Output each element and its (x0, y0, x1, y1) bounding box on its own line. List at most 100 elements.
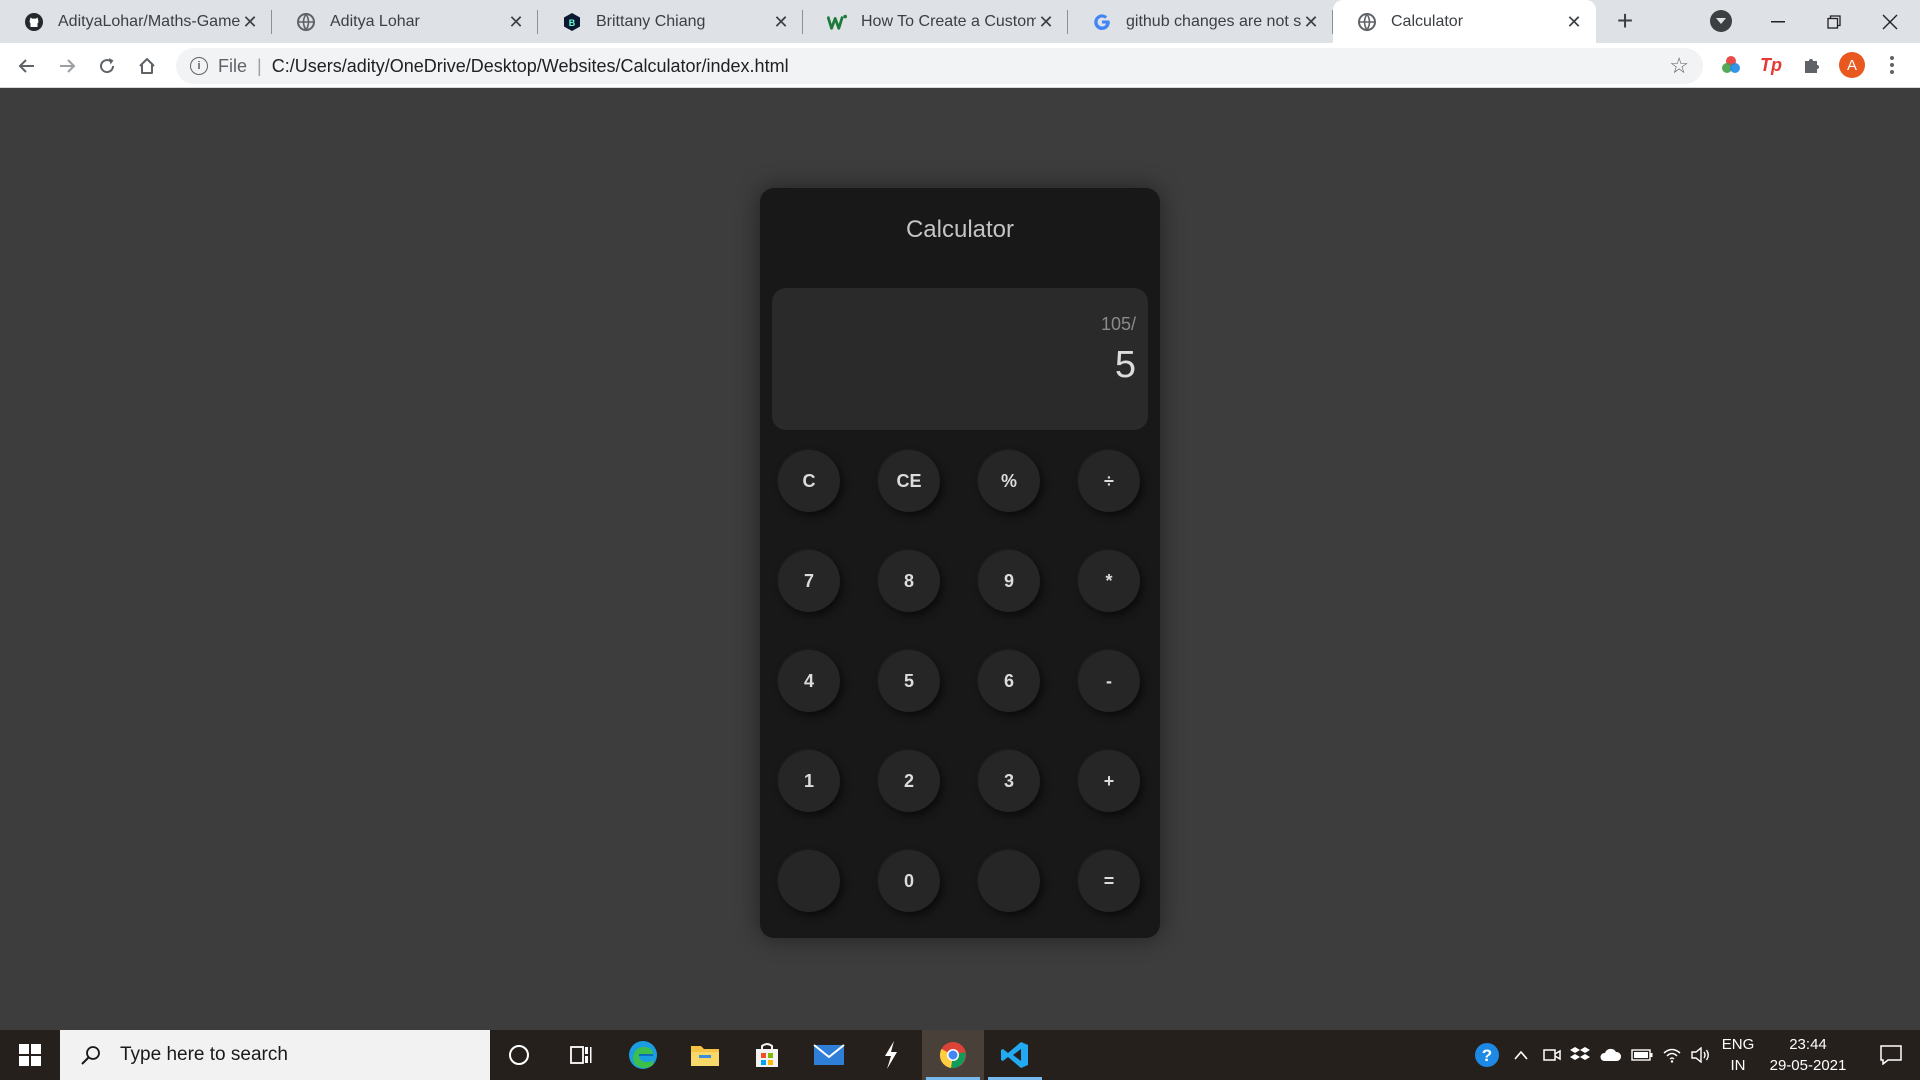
tab-github-maths-game[interactable]: AdityaLohar/Maths-Game.git ✕ (0, 0, 272, 43)
tab-custom-scrollbar[interactable]: How To Create a Custom Scrollbar ✕ (803, 0, 1068, 43)
tab-title: github changes are not seen (1126, 12, 1301, 30)
calculator-display: 105/ 5 (772, 288, 1148, 430)
digit-5-key[interactable]: 5 (878, 650, 940, 712)
file-explorer-taskbar-icon[interactable] (674, 1030, 736, 1080)
tab-brittany-chiang[interactable]: B Brittany Chiang ✕ (538, 0, 803, 43)
vscode-taskbar-icon[interactable] (984, 1030, 1046, 1080)
search-placeholder: Type here to search (120, 1044, 288, 1065)
digit-4-key[interactable]: 4 (778, 650, 840, 712)
digit-6-key[interactable]: 6 (978, 650, 1040, 712)
onedrive-tray-icon[interactable] (1596, 1030, 1626, 1080)
tab-title: Brittany Chiang (596, 12, 706, 30)
reload-button[interactable] (90, 49, 124, 83)
close-tab-icon[interactable]: ✕ (1036, 12, 1056, 32)
clock-date: 29-05-2021 (1769, 1057, 1847, 1074)
bookmark-star-icon[interactable]: ☆ (1669, 53, 1689, 79)
system-clock[interactable]: 23:44 29-05-2021 (1762, 1034, 1854, 1076)
close-icon (1882, 14, 1898, 29)
site-info-icon[interactable]: i (190, 57, 208, 75)
percent-key[interactable]: % (978, 450, 1040, 512)
close-tab-icon[interactable]: ✕ (771, 12, 791, 32)
notification-icon (1880, 1045, 1902, 1065)
clear-entry-key[interactable]: CE (878, 450, 940, 512)
close-window-button[interactable] (1862, 0, 1918, 43)
hexagon-b-icon: B (562, 12, 582, 32)
clear-key[interactable]: C (778, 450, 840, 512)
language-code: ENG (1721, 1036, 1755, 1053)
clock-time: 23:44 (1789, 1036, 1827, 1053)
close-tab-icon[interactable]: ✕ (1564, 12, 1584, 32)
dropbox-tray-icon[interactable] (1566, 1030, 1594, 1080)
volume-tray-icon[interactable] (1686, 1030, 1716, 1080)
restore-button[interactable] (1806, 0, 1862, 43)
tp-extension-icon[interactable]: Tp (1756, 50, 1786, 80)
w-brand-icon (827, 12, 847, 32)
tab-title: How To Create a Custom Scrollbar (861, 12, 1036, 30)
microsoft-store-taskbar-icon[interactable] (736, 1030, 798, 1080)
reload-icon (100, 58, 115, 74)
calculator-title: Calculator (905, 216, 1015, 243)
equals-key[interactable]: = (1078, 850, 1140, 912)
start-button[interactable] (0, 1030, 60, 1080)
divide-key[interactable]: ÷ (1078, 450, 1140, 512)
browser-menu-button[interactable] (1877, 50, 1907, 80)
tab-aditya-lohar[interactable]: Aditya Lohar ✕ (272, 0, 538, 43)
edge-taskbar-icon[interactable] (612, 1030, 674, 1080)
digit-0-key[interactable]: 0 (878, 850, 940, 912)
tab-title: Calculator (1391, 12, 1464, 30)
help-tray-icon[interactable]: ? (1470, 1030, 1504, 1080)
home-button[interactable] (130, 49, 164, 83)
profile-avatar-button[interactable]: A (1837, 50, 1867, 80)
globe-icon (1357, 12, 1377, 32)
digit-8-key[interactable]: 8 (878, 550, 940, 612)
meet-now-tray-icon[interactable] (1538, 1030, 1566, 1080)
tab-github-changes[interactable]: github changes are not seen ✕ (1068, 0, 1333, 43)
extensions-puzzle-icon[interactable] (1797, 50, 1827, 80)
svg-text:B: B (569, 18, 576, 28)
tab-calculator[interactable]: Calculator ✕ (1333, 0, 1596, 43)
color-picker-extension-icon[interactable] (1716, 50, 1746, 80)
github-icon (24, 12, 44, 32)
digit-9-key[interactable]: 9 (978, 550, 1040, 612)
chrome-taskbar-icon[interactable] (922, 1030, 984, 1080)
digit-7-key[interactable]: 7 (778, 550, 840, 612)
minus-key[interactable]: - (1078, 650, 1140, 712)
task-view-button[interactable] (550, 1030, 612, 1080)
windows-taskbar: Type here to search ? ENG IN 23:44 29-05… (0, 1030, 1920, 1080)
taskbar-search-box[interactable]: Type here to search (60, 1030, 490, 1080)
cortana-circle-icon (509, 1045, 529, 1065)
address-bar[interactable]: i File | C:/Users/adity/OneDrive/Desktop… (176, 48, 1703, 84)
minimize-button[interactable] (1750, 0, 1806, 43)
multiply-key[interactable]: * (1078, 550, 1140, 612)
digit-3-key[interactable]: 3 (978, 750, 1040, 812)
tab-strip: AdityaLohar/Maths-Game.git ✕ Aditya Loha… (0, 0, 1920, 43)
close-tab-icon[interactable]: ✕ (1301, 12, 1321, 32)
cortana-button[interactable] (488, 1030, 550, 1080)
close-tab-icon[interactable]: ✕ (240, 12, 260, 32)
forward-button[interactable] (50, 49, 84, 83)
tab-search-button[interactable] (1710, 10, 1732, 32)
region-code: IN (1730, 1057, 1746, 1074)
language-indicator[interactable]: ENG IN (1718, 1034, 1758, 1076)
close-tab-icon[interactable]: ✕ (506, 12, 526, 32)
new-tab-button[interactable]: + (1608, 4, 1642, 38)
battery-tray-icon[interactable] (1628, 1030, 1656, 1080)
blank-key[interactable] (778, 850, 840, 912)
address-scheme: File (218, 55, 248, 76)
winamp-taskbar-icon[interactable] (860, 1030, 922, 1080)
digit-2-key[interactable]: 2 (878, 750, 940, 812)
calculator-card: Calculator 105/ 5 C CE% ÷ 7 8 9 * 4 5 6- 1 2 3 +0 = (760, 188, 1160, 938)
action-center-button[interactable] (1862, 1030, 1920, 1080)
plus-key[interactable]: + (1078, 750, 1140, 812)
blank-key[interactable] (978, 850, 1040, 912)
wifi-tray-icon[interactable] (1658, 1030, 1686, 1080)
chevron-down-icon (1716, 18, 1726, 24)
arrow-left-icon (18, 59, 34, 73)
globe-icon (296, 12, 316, 32)
tab-title: Aditya Lohar (330, 12, 420, 30)
digit-1-key[interactable]: 1 (778, 750, 840, 812)
google-g-icon (1092, 12, 1112, 32)
mail-taskbar-icon[interactable] (798, 1030, 860, 1080)
show-hidden-icons-chevron-icon[interactable] (1506, 1030, 1536, 1080)
back-button[interactable] (10, 49, 44, 83)
